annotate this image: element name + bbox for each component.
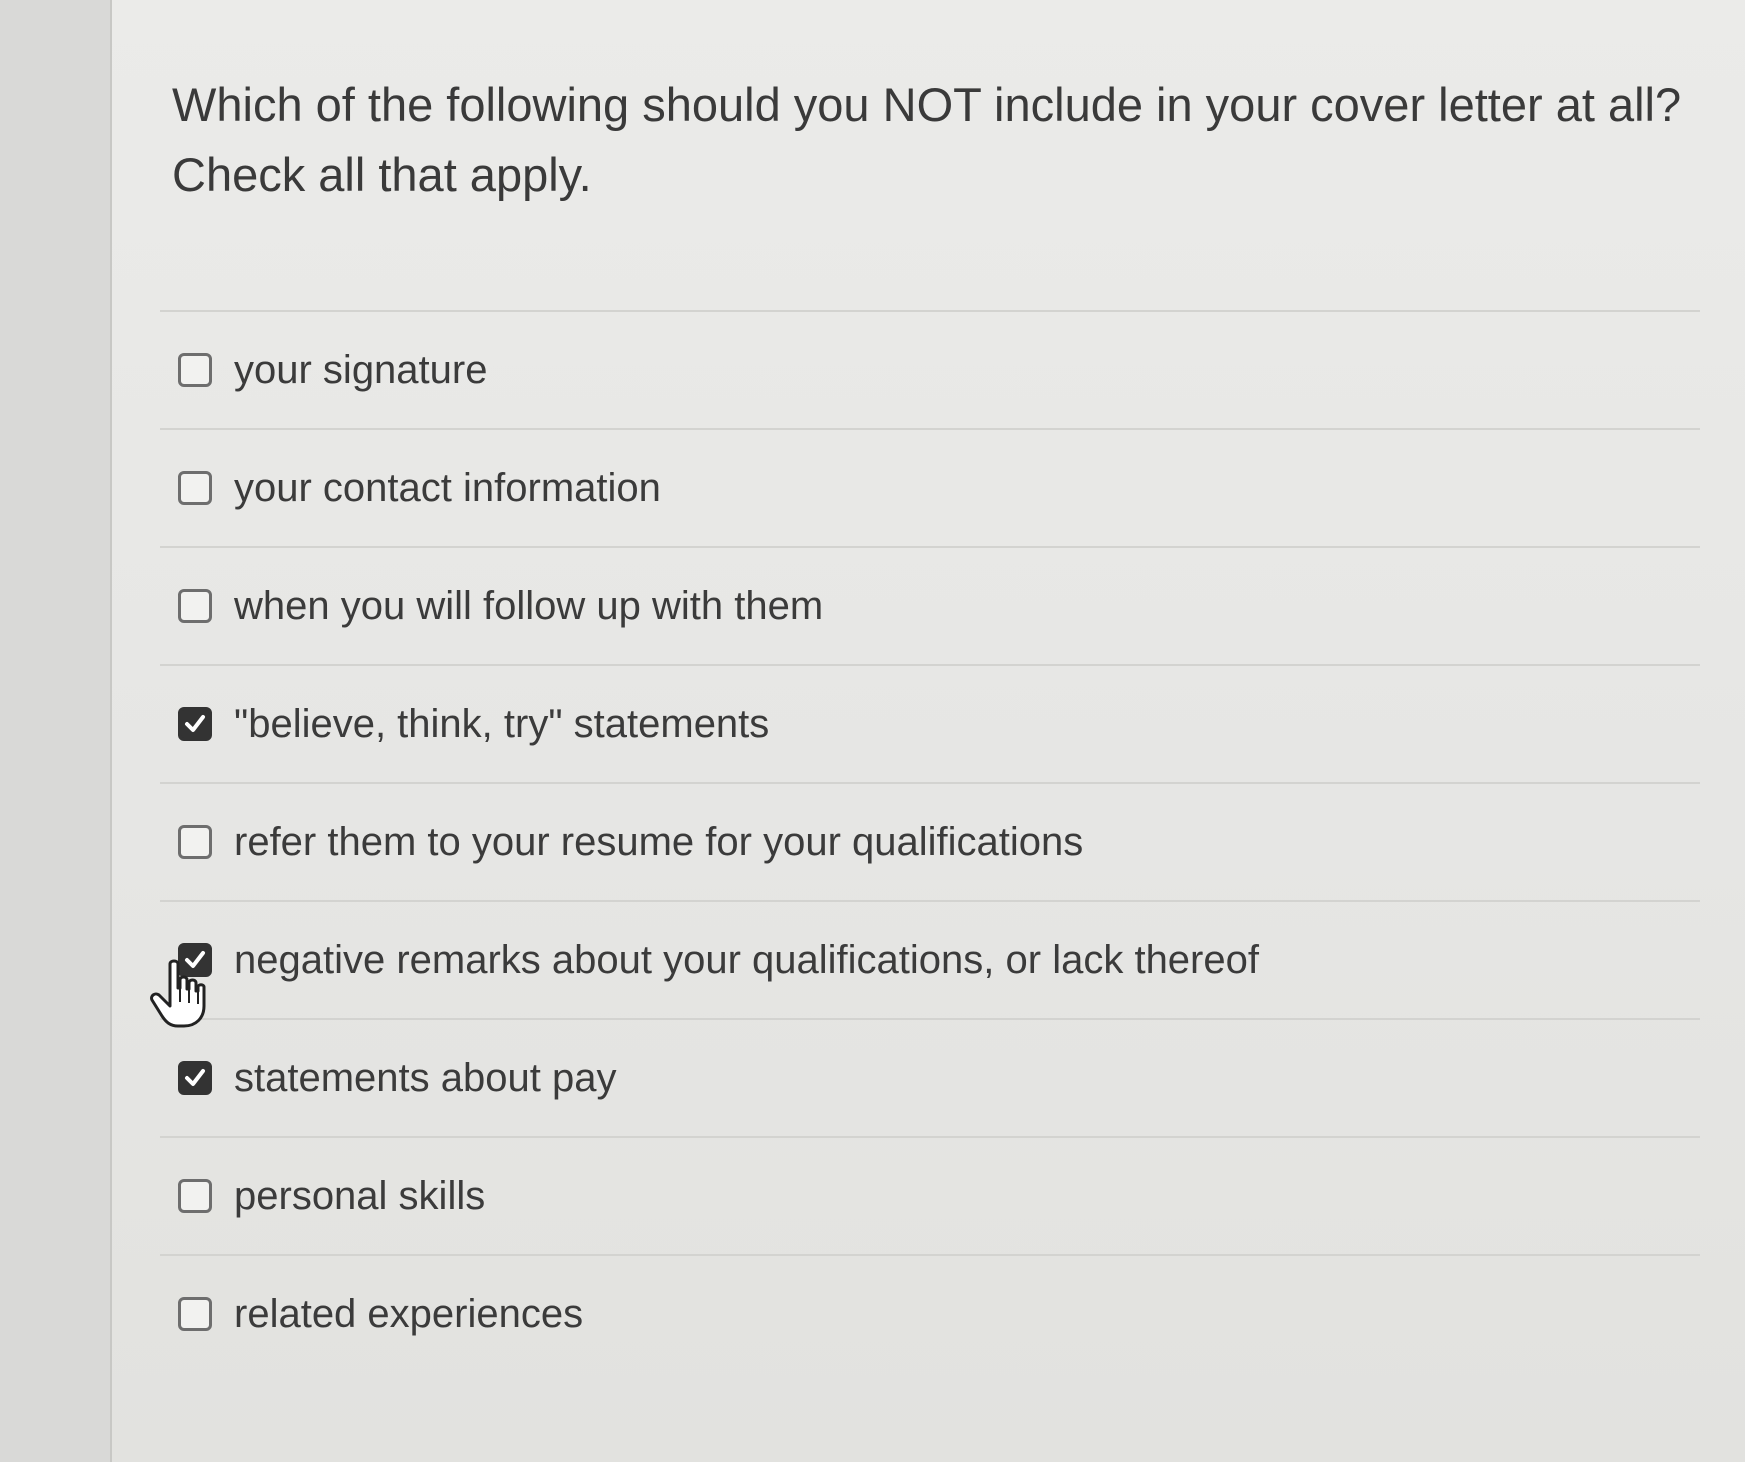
checkmark-icon	[185, 1069, 205, 1086]
checkbox[interactable]	[178, 1179, 212, 1213]
option-label: refer them to your resume for your quali…	[234, 819, 1084, 864]
question-text: Which of the following should you NOT in…	[172, 78, 1682, 131]
option-statements-about-pay[interactable]: statements about pay	[160, 1020, 1700, 1136]
option-label: related experiences	[234, 1291, 584, 1336]
checkbox[interactable]	[178, 707, 212, 741]
option-label: statements about pay	[234, 1055, 617, 1100]
answer-options-list: your signature your contact information …	[160, 310, 1700, 1372]
option-label: your signature	[234, 347, 488, 392]
option-label: your contact information	[234, 465, 661, 510]
checkbox[interactable]	[178, 943, 212, 977]
option-personal-skills[interactable]: personal skills	[160, 1138, 1700, 1254]
question-instruction: Check all that apply.	[172, 148, 592, 201]
option-believe-think-try[interactable]: "believe, think, try" statements	[160, 666, 1700, 782]
checkbox[interactable]	[178, 353, 212, 387]
checkmark-icon	[185, 951, 205, 968]
checkmark-icon	[185, 715, 205, 732]
option-related-experiences[interactable]: related experiences	[160, 1256, 1700, 1372]
checkbox[interactable]	[178, 471, 212, 505]
checkbox[interactable]	[178, 1297, 212, 1331]
checkbox[interactable]	[178, 825, 212, 859]
option-label: "believe, think, try" statements	[234, 701, 770, 746]
option-label: personal skills	[234, 1173, 486, 1218]
option-follow-up[interactable]: when you will follow up with them	[160, 548, 1700, 664]
option-label: when you will follow up with them	[234, 583, 824, 628]
question-card: Which of the following should you NOT in…	[110, 0, 1745, 1462]
question-prompt: Which of the following should you NOT in…	[172, 70, 1692, 210]
option-contact-information[interactable]: your contact information	[160, 430, 1700, 546]
option-refer-to-resume[interactable]: refer them to your resume for your quali…	[160, 784, 1700, 900]
checkbox[interactable]	[178, 589, 212, 623]
checkbox[interactable]	[178, 1061, 212, 1095]
option-label: negative remarks about your qualificatio…	[234, 937, 1259, 982]
option-negative-remarks[interactable]: negative remarks about your qualificatio…	[160, 902, 1700, 1018]
option-your-signature[interactable]: your signature	[160, 312, 1700, 428]
